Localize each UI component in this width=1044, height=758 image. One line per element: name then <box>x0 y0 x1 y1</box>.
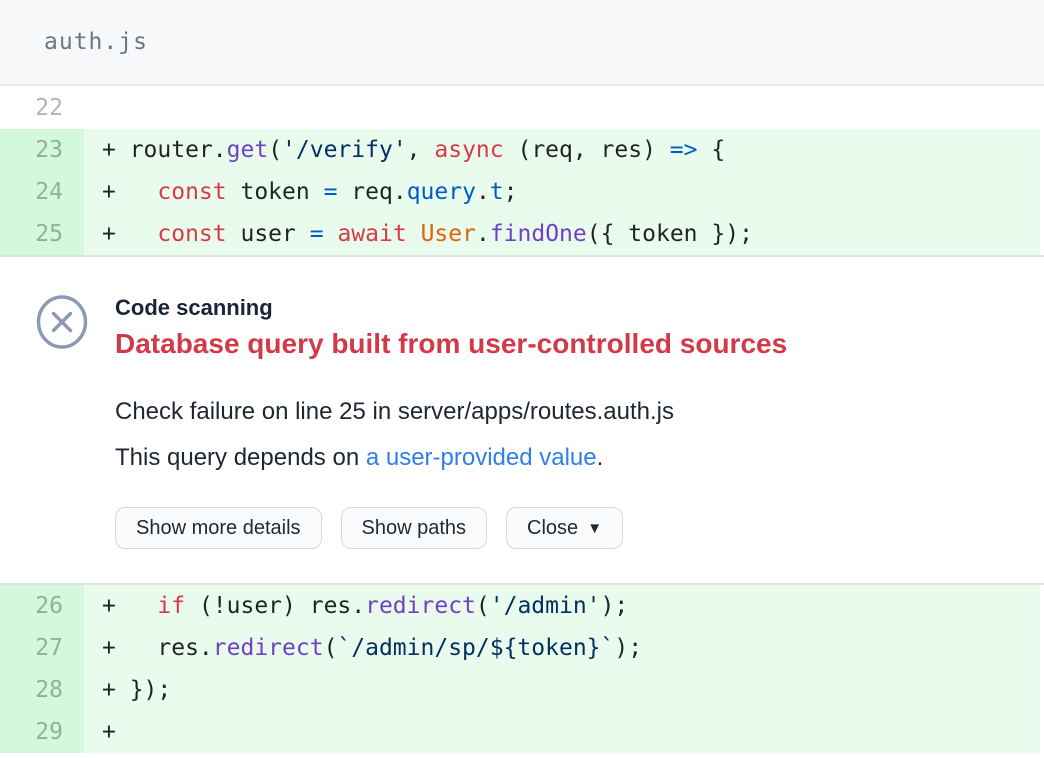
show-paths-button[interactable]: Show paths <box>341 507 488 549</box>
alert-description-prefix: This query depends on <box>115 444 366 471</box>
diff-line-26: 26+ if (!user) res.redirect('/admin'); <box>0 585 1040 627</box>
show-paths-label: Show paths <box>362 517 467 540</box>
line-number[interactable]: 22 <box>0 86 84 129</box>
close-dropdown-button[interactable]: Close ▼ <box>506 507 623 549</box>
diff-line-24: 24+ const token = req.query.t; <box>0 171 1040 213</box>
line-number[interactable]: 23 <box>0 129 84 171</box>
alert-description: This query depends on a user-provided va… <box>115 443 1014 473</box>
code-content: + <box>84 711 1040 753</box>
file-name: auth.js <box>44 29 148 55</box>
alert-tool-label: Code scanning <box>115 295 1014 321</box>
close-label: Close <box>527 517 578 540</box>
diff-line-28: 28+ }); <box>0 669 1040 711</box>
code-scanning-annotation: Code scanning Database query built from … <box>0 255 1044 585</box>
diff-line-27: 27+ res.redirect(`/admin/sp/${token}`); <box>0 627 1040 669</box>
line-number[interactable]: 25 <box>0 213 84 255</box>
caret-down-icon: ▼ <box>587 521 602 536</box>
show-more-details-label: Show more details <box>136 517 301 540</box>
user-provided-value-link[interactable]: a user-provided value <box>366 444 597 471</box>
code-content: + if (!user) res.redirect('/admin'); <box>84 585 1040 627</box>
alert-button-row: Show more details Show paths Close ▼ <box>115 507 1014 549</box>
diff-table-bottom: 26+ if (!user) res.redirect('/admin');27… <box>0 585 1044 753</box>
alert-title: Database query built from user-controlle… <box>115 327 1014 361</box>
diff-line-29: 29+ <box>0 711 1040 753</box>
code-content: + const token = req.query.t; <box>84 171 1040 213</box>
code-content: + }); <box>84 669 1040 711</box>
code-content: + const user = await User.findOne({ toke… <box>84 213 1040 255</box>
alert-content: Code scanning Database query built from … <box>115 295 1014 549</box>
diff-table-top: 2223+ router.get('/verify', async (req, … <box>0 86 1044 255</box>
diff-viewer: auth.js 2223+ router.get('/verify', asyn… <box>0 0 1044 758</box>
line-number[interactable]: 28 <box>0 669 84 711</box>
alert-description-suffix: . <box>597 444 604 471</box>
x-circle-icon <box>36 295 88 354</box>
bottom-spacer <box>0 753 1044 757</box>
line-number[interactable]: 27 <box>0 627 84 669</box>
file-header: auth.js <box>0 0 1044 86</box>
line-number[interactable]: 29 <box>0 711 84 753</box>
show-more-details-button[interactable]: Show more details <box>115 507 322 549</box>
code-content: + router.get('/verify', async (req, res)… <box>84 129 1040 171</box>
diff-line-25: 25+ const user = await User.findOne({ to… <box>0 213 1040 255</box>
diff-line-23: 23+ router.get('/verify', async (req, re… <box>0 129 1040 171</box>
line-number[interactable]: 26 <box>0 585 84 627</box>
line-number[interactable]: 24 <box>0 171 84 213</box>
alert-location-text: Check failure on line 25 in server/apps/… <box>115 397 1014 427</box>
diff-line-22: 22 <box>0 86 1040 129</box>
code-content: + res.redirect(`/admin/sp/${token}`); <box>84 627 1040 669</box>
